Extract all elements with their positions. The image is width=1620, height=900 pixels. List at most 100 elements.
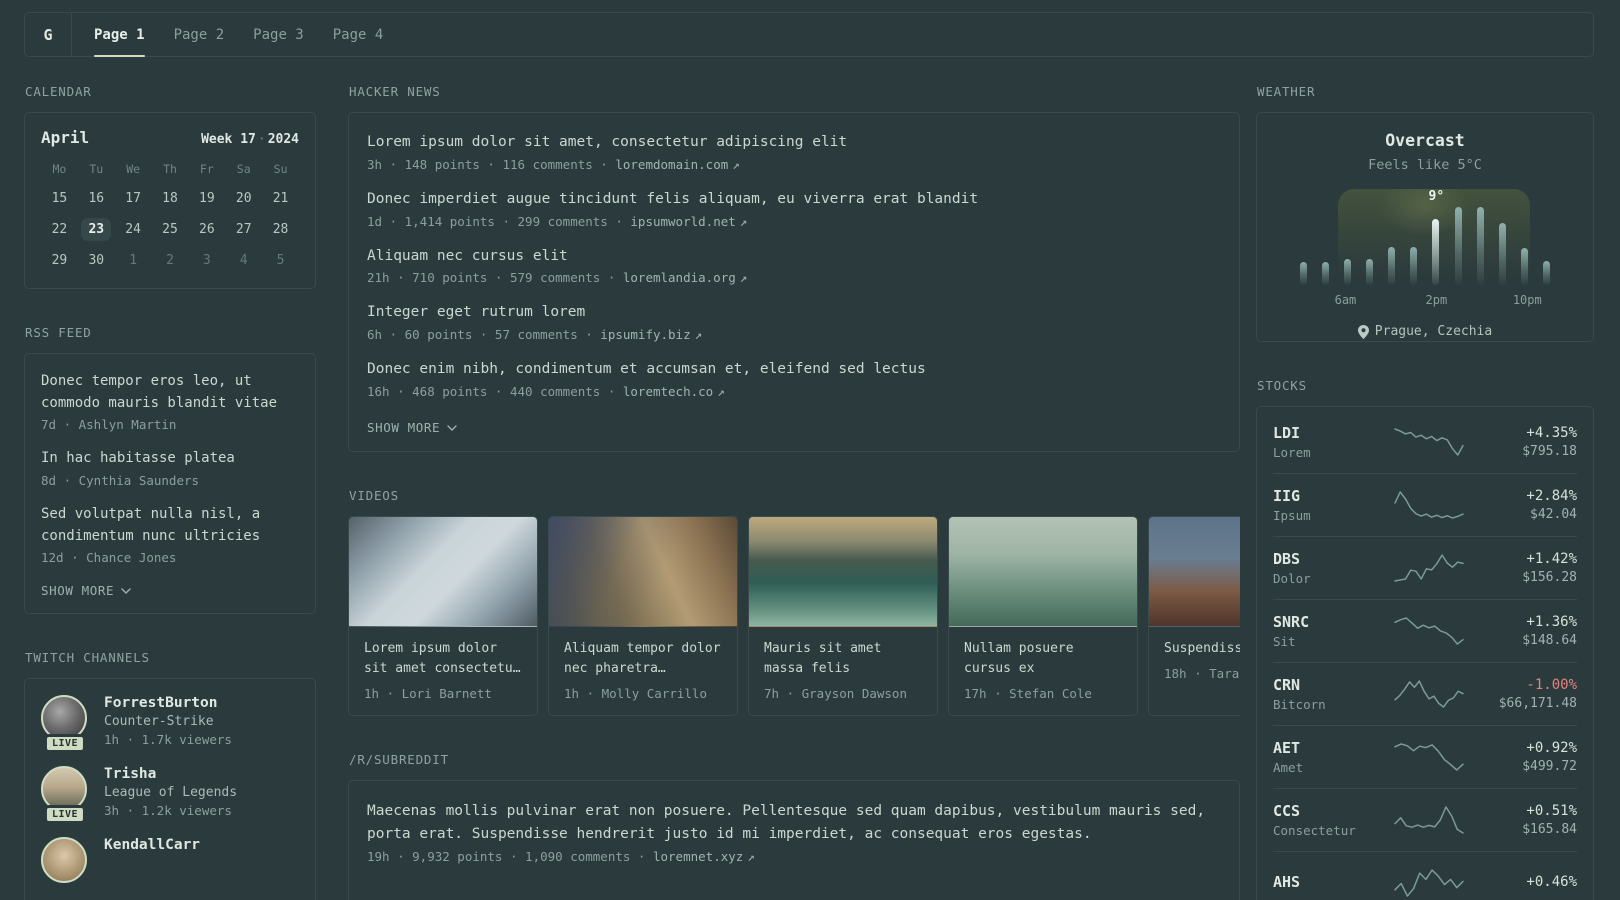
stock-row[interactable]: AHS +0.46% [1273, 851, 1577, 900]
app-logo[interactable]: G [25, 13, 72, 56]
weather-bar [1432, 219, 1440, 285]
hackernews-widget: Lorem ipsum dolor sit amet, consectetur … [348, 112, 1240, 452]
avatar[interactable]: LIVE [41, 766, 89, 825]
stock-symbol[interactable]: LDI [1273, 424, 1373, 442]
video-card[interactable]: Suspendisse diam 18h · Tara [1148, 515, 1240, 717]
stock-change: +0.92% [1526, 740, 1577, 756]
rss-item-title[interactable]: In hac habitasse platea [41, 448, 299, 470]
weekday-label: Th [163, 162, 177, 176]
stock-symbol[interactable]: AHS [1273, 873, 1373, 891]
external-link-icon: ↗ [739, 213, 748, 229]
hn-item-meta: 6h · 60 points · 57 comments · ipsumify.… [367, 327, 703, 342]
rss-item: In hac habitasse platea 8d · Cynthia Sau… [41, 448, 299, 488]
avatar[interactable] [41, 837, 89, 884]
tab-page-4[interactable]: Page 4 [333, 13, 384, 56]
stock-row[interactable]: LDI Lorem +4.35% $795.18 [1273, 410, 1577, 473]
stock-name: Amet [1273, 760, 1304, 775]
calendar-day: 22 [51, 222, 68, 237]
calendar-day: 2 [166, 253, 174, 268]
rss-show-more-button[interactable]: SHOW MORE [41, 583, 299, 598]
stock-row[interactable]: SNRC Sit +1.36% $148.64 [1273, 599, 1577, 662]
channel-name[interactable]: ForrestBurton [104, 695, 232, 711]
tab-page-1[interactable]: Page 1 [94, 13, 145, 57]
weather-bar [1520, 248, 1528, 285]
channel-meta: 1h · 1.7k viewers [104, 732, 232, 748]
stock-symbol[interactable]: CCS [1273, 802, 1373, 820]
stock-row[interactable]: CRN Bitcorn -1.00% $66,171.48 [1273, 662, 1577, 725]
avatar[interactable]: LIVE [41, 695, 89, 754]
hn-item-meta: 21h · 710 points · 579 comments · loreml… [367, 270, 748, 286]
channel-meta: 3h · 1.2k viewers [104, 803, 232, 819]
hn-item-domain[interactable]: ipsumify.biz [600, 327, 690, 342]
videos-section-title: VIDEOS [349, 487, 399, 503]
stocks-widget: LDI Lorem +4.35% $795.18 IIG Ipsum +2.84% $4… [1256, 406, 1594, 900]
video-thumbnail [349, 516, 537, 627]
calendar-grid: Mo Tu We Th Fr Sa Su 15 16 17 18 19 20 2… [41, 162, 299, 272]
hn-item-domain[interactable]: loremtech.co [623, 384, 713, 399]
stock-row[interactable]: IIG Ipsum +2.84% $42.04 [1273, 473, 1577, 536]
weather-bar [1498, 223, 1506, 285]
stock-row[interactable]: CCS Consectetur +0.51% $165.84 [1273, 788, 1577, 851]
stock-name: Ipsum [1273, 508, 1311, 523]
rss-item-meta: 12d · Chance Jones [41, 550, 177, 566]
rss-item-meta: 8d · Cynthia Saunders [41, 473, 200, 489]
video-title[interactable]: Lorem ipsum dolor sit amet consectetu… [349, 627, 537, 679]
stock-symbol[interactable]: AET [1273, 739, 1373, 757]
stock-symbol[interactable]: SNRC [1273, 613, 1373, 631]
videos-carousel: Lorem ipsum dolor sit amet consectetu… 1… [348, 515, 1240, 717]
video-card[interactable]: Aliquam tempor dolor nec pharetra… 1h · … [548, 515, 738, 717]
video-card[interactable]: Lorem ipsum dolor sit amet consectetu… 1… [348, 515, 538, 717]
video-title[interactable]: Nullam posuere cursus ex [949, 627, 1137, 679]
reddit-post-domain[interactable]: loremnet.xyz [653, 849, 743, 864]
hn-show-more-button[interactable]: SHOW MORE [367, 420, 1221, 435]
reddit-post-title[interactable]: Maecenas mollis pulvinar erat non posuer… [367, 800, 1221, 846]
weather-feels-like: Feels like 5°C [1368, 157, 1482, 173]
stock-row[interactable]: DBS Dolor +1.42% $156.28 [1273, 536, 1577, 599]
calendar-week-label: Week 17 [201, 132, 256, 147]
separator-dot: · [257, 132, 266, 147]
calendar-day: 19 [199, 191, 215, 206]
hn-item-title[interactable]: Donec imperdiet augue tincidunt felis al… [367, 189, 1221, 211]
stock-sparkline [1373, 490, 1485, 520]
stocks-section-title: STOCKS [1257, 378, 1307, 393]
external-link-icon: ↗ [739, 270, 748, 286]
channel-game[interactable]: League of Legends [104, 785, 237, 800]
hackernews-section-title: HACKER NEWS [349, 84, 441, 99]
video-title[interactable]: Aliquam tempor dolor nec pharetra… [549, 627, 737, 679]
stock-sparkline [1373, 868, 1485, 898]
channel-name[interactable]: KendallCarr [104, 837, 200, 853]
channel-name[interactable]: Trisha [104, 766, 237, 782]
weather-bar [1366, 259, 1374, 285]
rss-item-title[interactable]: Donec tempor eros leo, ut commodo mauris… [41, 371, 299, 414]
tab-page-2[interactable]: Page 2 [174, 13, 225, 56]
hn-item-title[interactable]: Donec enim nibh, condimentum et accumsan… [367, 359, 1221, 381]
calendar-day-current[interactable]: 23 [78, 218, 115, 241]
channel-avatar-image [41, 837, 87, 884]
calendar-day: 20 [235, 191, 252, 206]
weather-bar [1542, 261, 1550, 285]
hn-item-domain[interactable]: ipsumworld.net [630, 214, 735, 229]
stock-symbol[interactable]: IIG [1273, 487, 1373, 505]
video-title[interactable]: Suspendisse diam [1149, 627, 1240, 659]
video-meta: 7h · Grayson Dawson [764, 686, 907, 702]
channel-game[interactable]: Counter-Strike [104, 714, 232, 729]
hn-item-domain[interactable]: loremlandia.org [623, 270, 736, 285]
hn-item: Donec enim nibh, condimentum et accumsan… [367, 359, 1221, 399]
rss-item-title[interactable]: Sed volutpat nulla nisl, a condimentum n… [41, 504, 299, 547]
hn-item-domain[interactable]: loremdomain.com [615, 157, 728, 172]
stock-sparkline [1373, 553, 1485, 583]
subreddit-widget: Maecenas mollis pulvinar erat non posuer… [348, 780, 1240, 900]
stock-symbol[interactable]: DBS [1273, 550, 1373, 568]
video-card[interactable]: Nullam posuere cursus ex 17h · Stefan Co… [948, 515, 1138, 717]
video-card[interactable]: Mauris sit amet massa felis 7h · Grayson… [748, 515, 938, 717]
stock-symbol[interactable]: CRN [1273, 676, 1373, 694]
hn-item-title[interactable]: Integer eget rutrum lorem [367, 302, 1221, 324]
hn-item-title[interactable]: Lorem ipsum dolor sit amet, consectetur … [367, 132, 1221, 154]
stock-price: $66,171.48 [1498, 696, 1577, 711]
hn-item-title[interactable]: Aliquam nec cursus elit [367, 246, 1221, 268]
reddit-post-meta: 19h · 9,932 points · 1,090 comments · lo… [367, 849, 755, 865]
stock-row[interactable]: AET Amet +0.92% $499.72 [1273, 725, 1577, 788]
video-title[interactable]: Mauris sit amet massa felis [749, 627, 937, 679]
tab-page-3[interactable]: Page 3 [253, 13, 304, 56]
calendar-month[interactable]: April [41, 128, 89, 147]
